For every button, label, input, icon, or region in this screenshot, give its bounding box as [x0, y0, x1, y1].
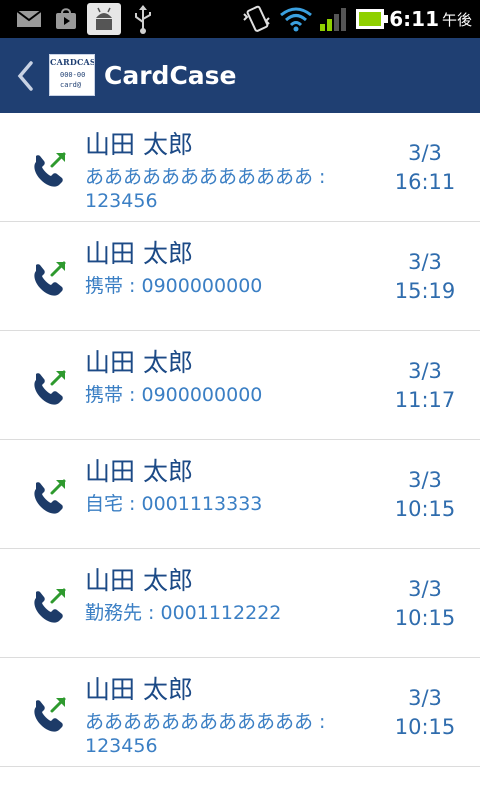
android-debug-icon — [86, 0, 122, 38]
outgoing-call-icon — [34, 152, 66, 187]
call-log-item[interactable]: 山田 太郎 ああああああああああああ : 123456 3/3 10:15 — [0, 658, 480, 767]
call-number-detail: 自宅 : 0001113333 — [85, 493, 263, 515]
call-log-item[interactable]: 山田 太郎 携帯 : 0900000000 3/3 15:19 — [0, 222, 480, 331]
call-date: 3/3 — [408, 250, 442, 274]
clock-ampm: 午後 — [441, 10, 472, 29]
usb-icon — [130, 0, 156, 38]
caller-name: 山田 太郎 — [85, 239, 193, 268]
back-button[interactable] — [10, 56, 40, 96]
status-clock: 6:11 午後 — [389, 0, 472, 38]
call-time: 15:19 — [394, 279, 456, 303]
call-date: 3/3 — [408, 686, 442, 710]
outgoing-call-icon — [34, 370, 66, 405]
call-log-list: 山田 太郎 ああああああああああああ : 123456 3/3 16:11 山田… — [0, 113, 480, 767]
call-log-item[interactable]: 山田 太郎 自宅 : 0001113333 3/3 10:15 — [0, 440, 480, 549]
caller-name: 山田 太郎 — [85, 675, 193, 704]
status-bar: 6:11 午後 — [0, 0, 480, 38]
call-date: 3/3 — [408, 141, 442, 165]
caller-name: 山田 太郎 — [85, 130, 193, 159]
market-icon — [52, 0, 80, 38]
call-date: 3/3 — [408, 468, 442, 492]
call-time: 16:11 — [394, 170, 456, 194]
caller-name: 山田 太郎 — [85, 348, 193, 377]
caller-name: 山田 太郎 — [85, 566, 193, 595]
logo-brand: CARDCASE — [50, 57, 94, 67]
call-number-detail: 携帯 : 0900000000 — [85, 384, 263, 406]
gmail-icon — [14, 0, 44, 38]
logo-phone: 000-00 — [60, 71, 86, 79]
action-bar: CARDCASE 000-00 card@ CardCase — [0, 38, 480, 113]
call-log-item[interactable]: 山田 太郎 ああああああああああああ : 123456 3/3 16:11 — [0, 113, 480, 222]
outgoing-call-icon — [34, 697, 66, 732]
logo-email: card@ — [60, 81, 82, 89]
outgoing-call-icon — [34, 261, 66, 296]
call-log-item[interactable]: 山田 太郎 携帯 : 0900000000 3/3 11:17 — [0, 331, 480, 440]
call-date: 3/3 — [408, 577, 442, 601]
call-number-detail: 携帯 : 0900000000 — [85, 275, 263, 297]
caller-name: 山田 太郎 — [85, 457, 193, 486]
wifi-icon — [278, 0, 314, 38]
call-number-detail: 勤務先 : 0001112222 — [85, 602, 282, 624]
call-time: 10:15 — [394, 497, 456, 521]
outgoing-call-icon — [34, 479, 66, 514]
call-time: 11:17 — [394, 388, 456, 412]
call-number-detail: ああああああああああああ : 123456 — [85, 166, 326, 212]
app-title: CardCase — [104, 61, 237, 90]
call-number-detail: ああああああああああああ : 123456 — [85, 711, 326, 757]
vibrate-icon — [240, 0, 274, 38]
clock-time: 6:11 — [389, 7, 439, 31]
call-log-item[interactable]: 山田 太郎 勤務先 : 0001112222 3/3 10:15 — [0, 549, 480, 658]
call-time: 10:15 — [394, 715, 456, 739]
outgoing-call-icon — [34, 588, 66, 623]
call-date: 3/3 — [408, 359, 442, 383]
app-logo: CARDCASE 000-00 card@ — [49, 54, 95, 96]
call-time: 10:15 — [394, 606, 456, 630]
signal-icon — [318, 0, 350, 38]
chevron-left-icon — [17, 61, 33, 91]
battery-icon — [354, 0, 390, 38]
